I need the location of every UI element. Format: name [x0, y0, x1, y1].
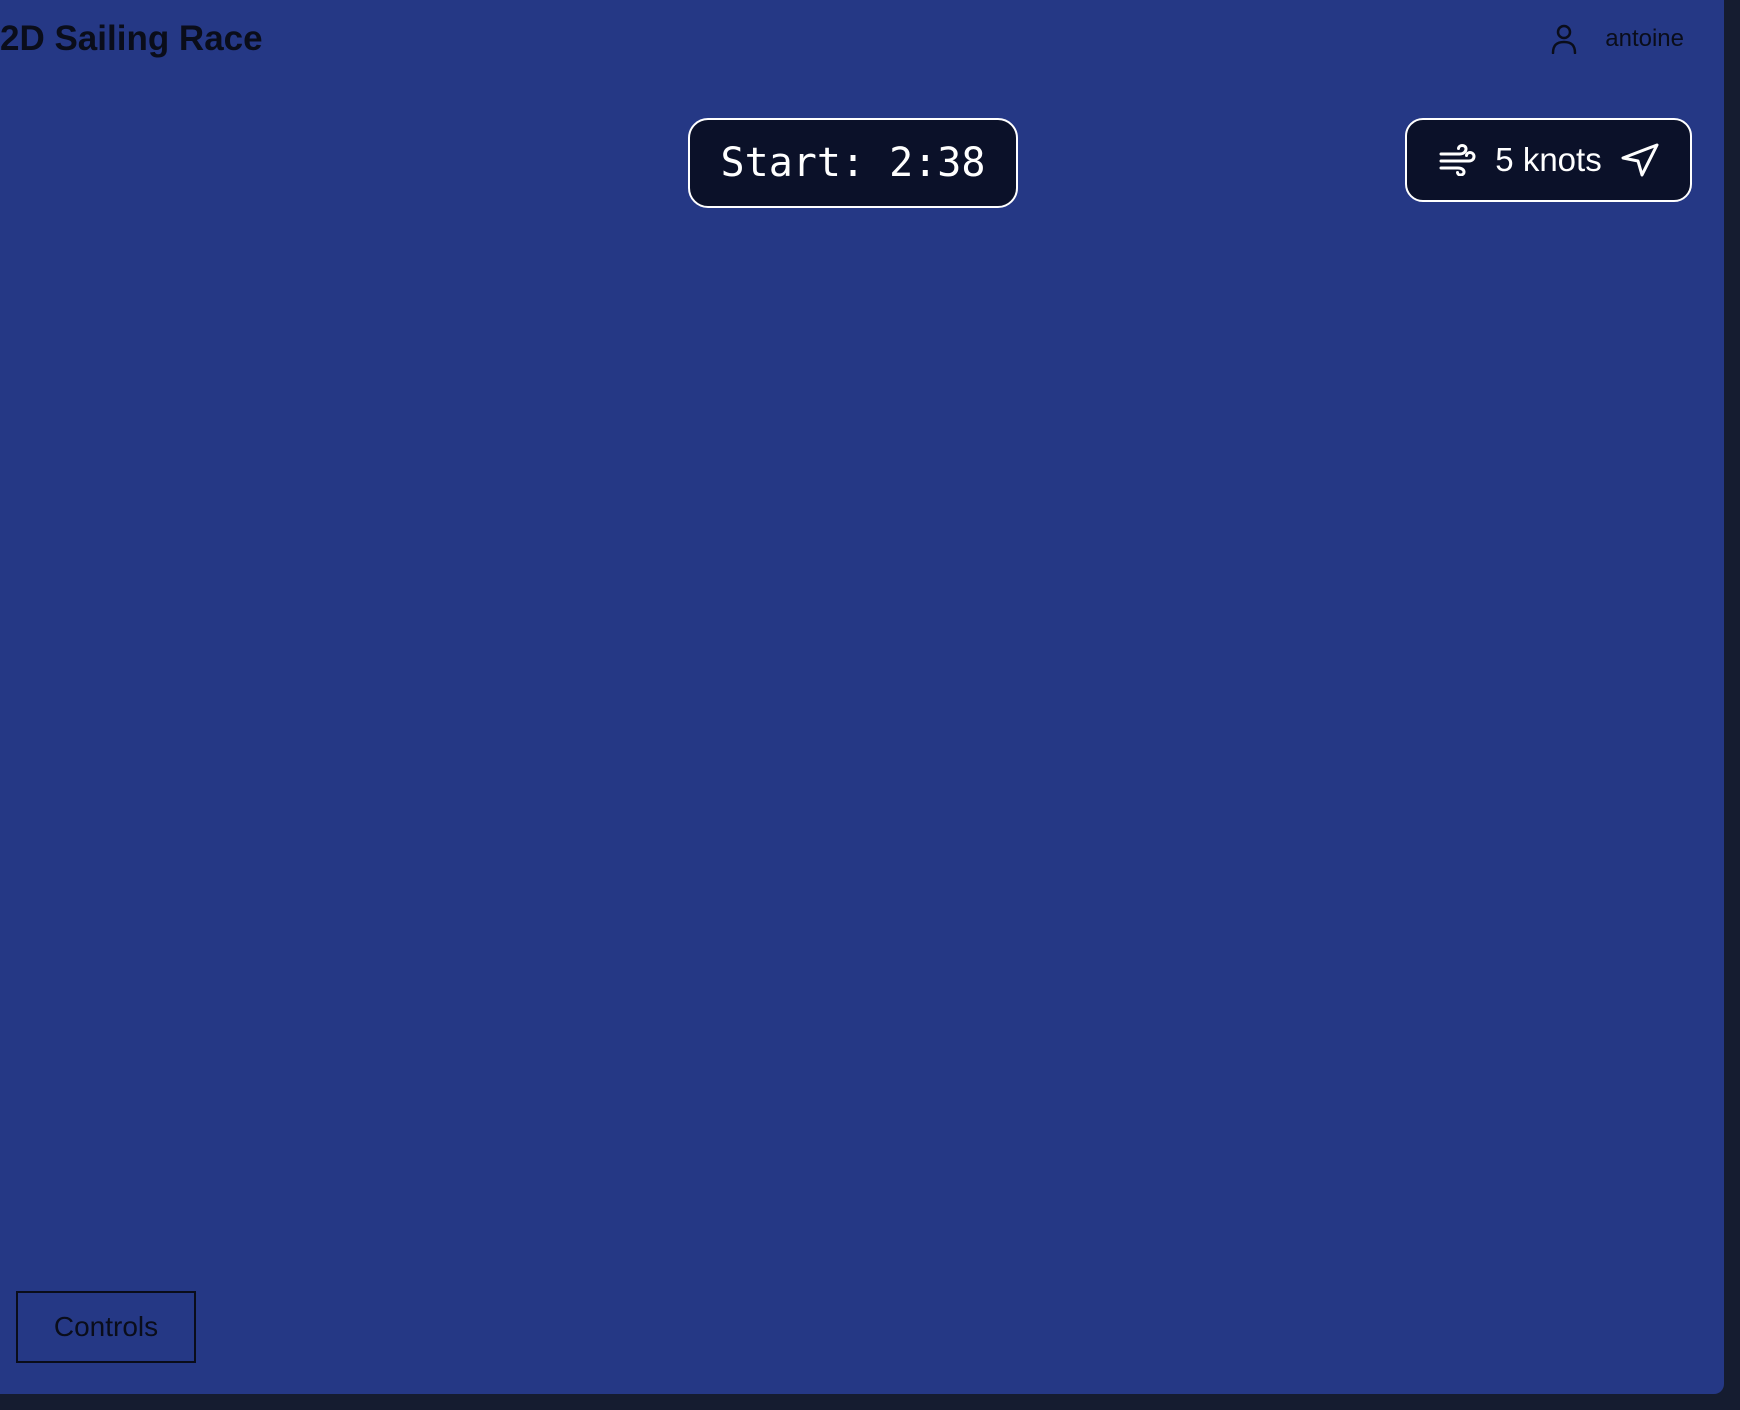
game-window: 2D Sailing Race antoine Start: 2:38 5 kn… [0, 0, 1724, 1394]
wind-indicator: 5 knots [1405, 118, 1692, 202]
user-icon [1549, 23, 1579, 55]
navigation-arrow-icon [1620, 142, 1660, 178]
game-title: 2D Sailing Race [0, 19, 263, 58]
user-menu[interactable]: antoine [1549, 20, 1684, 58]
controls-button[interactable]: Controls [16, 1291, 196, 1363]
wind-icon [1437, 142, 1477, 178]
start-timer-text: Start: 2:38 [720, 140, 986, 186]
race-start-timer: Start: 2:38 [688, 118, 1018, 208]
username: antoine [1605, 25, 1684, 52]
wind-speed: 5 knots [1495, 141, 1602, 178]
